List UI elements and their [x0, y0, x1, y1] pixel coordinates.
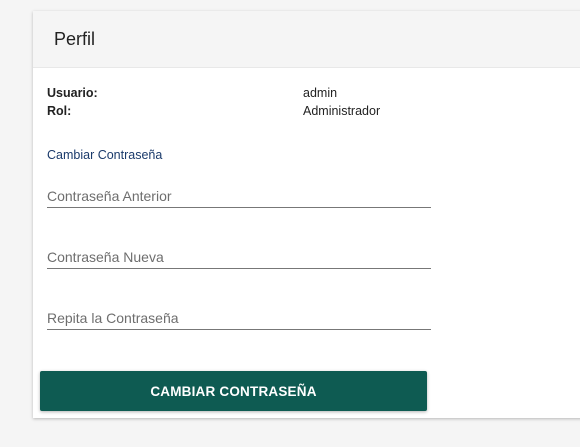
old-password-input[interactable] — [47, 184, 431, 208]
new-password-input[interactable] — [47, 245, 431, 269]
card-header: Perfil — [33, 11, 580, 68]
user-info: Usuario: admin Rol: Administrador — [47, 84, 467, 120]
username-label: Usuario: — [47, 86, 98, 100]
info-row-role: Rol: Administrador — [47, 102, 467, 120]
info-row-username: Usuario: admin — [47, 84, 467, 102]
username-value: admin — [303, 86, 338, 100]
change-password-button[interactable]: CAMBIAR CONTRASEÑA — [40, 371, 427, 411]
change-password-title: Cambiar Contraseña — [47, 148, 163, 162]
role-value: Administrador — [303, 104, 381, 118]
repeat-password-input[interactable] — [47, 306, 431, 330]
profile-card: Perfil Usuario: admin Rol: Administrador… — [33, 11, 580, 418]
role-label: Rol: — [47, 104, 72, 118]
page-title: Perfil — [54, 28, 96, 49]
